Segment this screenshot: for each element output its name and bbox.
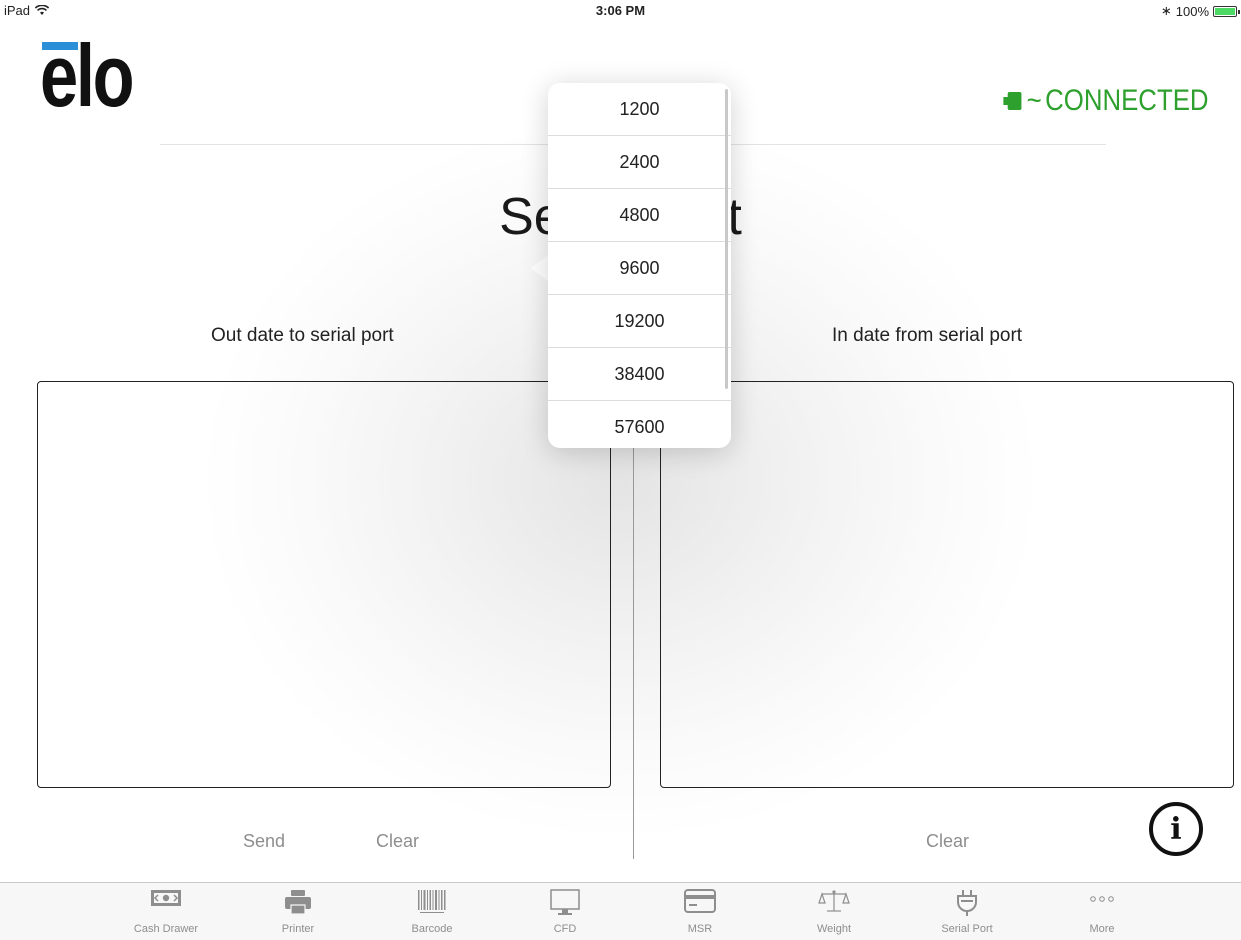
connection-label: CONNECTED (1045, 84, 1209, 117)
panel-divider (633, 435, 634, 859)
tab-cfd[interactable]: CFD (505, 883, 625, 940)
tab-label: More (1089, 923, 1115, 935)
baud-rate-list[interactable]: 1200 2400 4800 9600 19200 38400 57600 (548, 83, 731, 448)
status-time: 3:06 PM (595, 3, 646, 18)
tab-msr[interactable]: MSR (640, 883, 760, 940)
battery-icon (1213, 5, 1240, 17)
baud-rate-dropdown[interactable]: 1200 2400 4800 9600 19200 38400 57600 (548, 83, 731, 448)
tab-label: Weight (816, 923, 852, 935)
more-icon (1090, 896, 1114, 902)
tab-bar: Cash Drawer Printer Barcode CFD MSR Weig… (0, 882, 1241, 940)
printer-icon (285, 890, 311, 915)
bluetooth-icon: ∗ (1160, 3, 1172, 18)
baud-rate-option[interactable]: 4800 (548, 189, 731, 242)
status-bar: iPad 3:06 PM ∗ 100% (0, 0, 1241, 20)
tab-label: Cash Drawer (133, 923, 199, 935)
tab-more[interactable]: More (1042, 883, 1162, 940)
baud-rate-option[interactable]: 2400 (548, 136, 731, 189)
barcode-icon (418, 890, 446, 913)
baud-rate-option[interactable]: 57600 (548, 401, 731, 448)
baud-rate-option[interactable]: 1200 (548, 83, 731, 136)
in-data-textarea[interactable] (660, 381, 1234, 788)
status-right: ∗ 100% (1160, 3, 1240, 19)
dropdown-scrollbar[interactable] (725, 89, 728, 389)
connection-tilde: ~ (1027, 84, 1043, 117)
battery-percent: 100% (1175, 3, 1209, 19)
plug-connected-icon (1003, 92, 1022, 110)
clear-in-button[interactable]: Clear (926, 831, 969, 852)
tab-weight[interactable]: Weight (774, 883, 894, 940)
logo-text: elo (40, 26, 135, 125)
scale-icon (818, 890, 850, 912)
tab-serial-port[interactable]: Serial Port (907, 883, 1027, 940)
tab-label: CFD (553, 923, 577, 935)
out-data-label: Out date to serial port (211, 325, 394, 346)
tab-cash-drawer[interactable]: Cash Drawer (106, 883, 226, 940)
tab-label: Barcode (411, 923, 453, 935)
tab-printer[interactable]: Printer (238, 883, 358, 940)
plug-icon (957, 890, 977, 916)
tab-label: Serial Port (941, 923, 993, 935)
info-icon[interactable]: i (1149, 802, 1203, 856)
cash-drawer-icon (151, 890, 181, 906)
baud-rate-option[interactable]: 9600 (548, 242, 731, 295)
elo-logo: elo (40, 32, 158, 120)
out-data-textarea[interactable] (37, 381, 611, 788)
clear-out-button[interactable]: Clear (376, 831, 419, 852)
card-icon (684, 889, 716, 913)
connection-status: ~ CONNECTED (1003, 84, 1209, 118)
tab-label: MSR (687, 923, 713, 935)
baud-rate-option[interactable]: 38400 (548, 348, 731, 401)
in-data-label: In date from serial port (832, 325, 1023, 346)
baud-rate-option[interactable]: 19200 (548, 295, 731, 348)
battery-fill (1215, 7, 1235, 15)
tab-barcode[interactable]: Barcode (372, 883, 492, 940)
send-button[interactable]: Send (243, 831, 285, 852)
monitor-icon (550, 889, 580, 915)
popover-arrow (531, 254, 549, 282)
tab-label: Printer (281, 923, 315, 935)
